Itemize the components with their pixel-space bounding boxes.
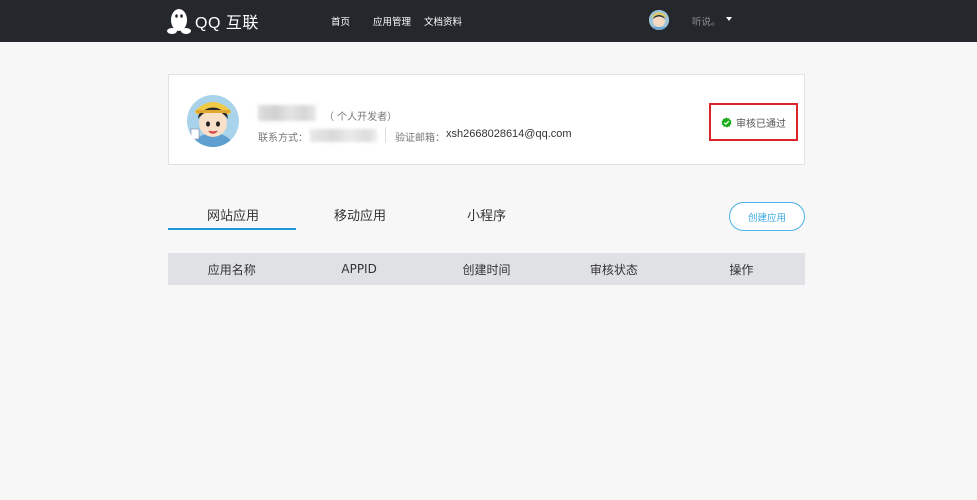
developer-avatar: [187, 95, 239, 147]
qq-penguin-icon: [167, 9, 191, 34]
tab-mobile-apps[interactable]: 移动应用: [334, 205, 386, 224]
review-status-text: 审核已通过: [736, 118, 786, 130]
column-header-created-time: 创建时间: [462, 262, 511, 277]
nav-documentation[interactable]: 文档资料: [424, 14, 462, 28]
blurred-contact-value: [310, 129, 377, 142]
tab-mini-programs[interactable]: 小程序: [467, 205, 506, 224]
nav-app-management[interactable]: 应用管理: [373, 14, 411, 28]
email-label: 验证邮箱：: [395, 133, 445, 144]
user-name[interactable]: 听说。: [692, 14, 721, 28]
verified-check-icon: [721, 116, 732, 128]
qq-connect-logo[interactable]: QQ 互联: [167, 7, 259, 35]
column-header-review-status: 审核状态: [589, 262, 638, 277]
nav-home[interactable]: 首页: [331, 14, 350, 28]
create-app-button[interactable]: 创建应用: [729, 202, 805, 231]
contact-label: 联系方式：: [258, 133, 308, 144]
apps-table-header: 应用名称 APPID 创建时间 审核状态 操作: [168, 253, 805, 285]
user-avatar-icon: [649, 10, 669, 30]
developer-avatar-icon: [187, 95, 239, 147]
active-tab-indicator: [168, 228, 296, 230]
divider: [385, 127, 386, 143]
user-avatar[interactable]: [649, 10, 669, 30]
review-status-badge: 审核已通过: [709, 103, 798, 141]
column-header-actions: 操作: [729, 262, 754, 277]
logo-text: QQ 互联: [195, 15, 259, 32]
developer-type: （ 个人开发者）: [324, 112, 398, 123]
column-header-appid: APPID: [341, 262, 377, 276]
tab-website-apps[interactable]: 网站应用: [207, 205, 259, 224]
email-value: xsh2668028614@qq.com: [446, 128, 572, 140]
blurred-developer-name: [258, 105, 316, 121]
caret-down-icon[interactable]: [726, 17, 732, 21]
developer-profile-card: （ 个人开发者） 联系方式： 验证邮箱： xsh2668028614@qq.co…: [168, 74, 805, 165]
top-navigation-bar: QQ 互联 首页 应用管理 文档资料 听说。: [0, 0, 977, 42]
column-header-app-name: 应用名称: [207, 262, 256, 277]
